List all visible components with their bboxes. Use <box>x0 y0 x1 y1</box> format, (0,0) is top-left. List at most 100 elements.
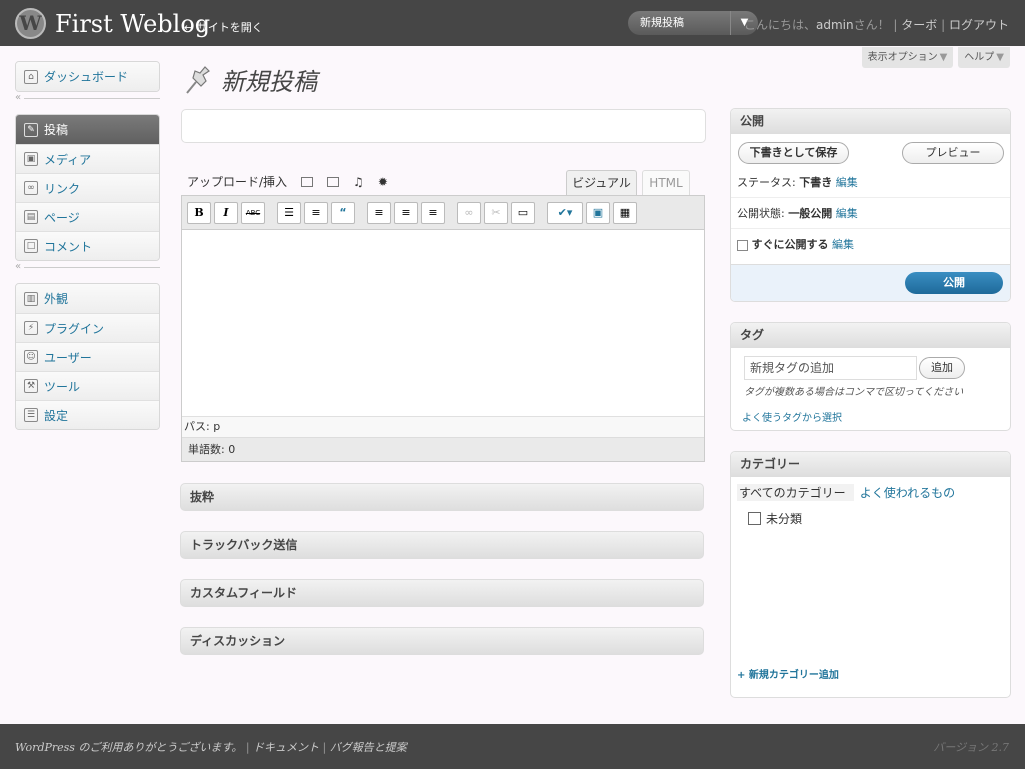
turbo-link[interactable]: ターボ <box>901 18 937 32</box>
edit-schedule-link[interactable]: 編集 <box>832 238 854 251</box>
status-label: ステータス: <box>737 176 796 189</box>
tags-box: タグ 新規タグの追加 追加 タグが複数ある場合はコンマで区切ってください よく使… <box>730 322 1011 431</box>
bullet-list-icon[interactable]: ☰ <box>277 201 301 224</box>
visit-site-link[interactable]: ← サイトを開く <box>184 19 263 35</box>
menu-label: 投稿 <box>44 123 69 137</box>
status-value: 下書き <box>799 176 833 189</box>
more-tag-icon[interactable]: ▭ <box>511 201 535 224</box>
footer-left: WordPress のご利用ありがとうございます。 | ドキュメント | バグ報… <box>15 741 407 754</box>
menu-item-comments[interactable]: □ コメント <box>16 231 159 260</box>
excerpt-postbox[interactable]: 抜粋 <box>180 483 704 511</box>
settings-icon: ☰ <box>24 408 38 422</box>
add-media-icon[interactable]: ✹ <box>378 175 388 189</box>
edit-visibility-link[interactable]: 編集 <box>836 207 858 220</box>
menu-item-dashboard[interactable]: ⌂ ダッシュボード <box>16 62 159 91</box>
tab-popular-categories[interactable]: よく使われるもの <box>854 484 961 501</box>
add-category-link[interactable]: + 新規カテゴリー追加 <box>737 666 839 681</box>
menu-item-posts[interactable]: ✎ 投稿 <box>16 115 159 144</box>
menu-label: ツール <box>44 379 81 394</box>
user-info: こんにちは、adminさん！ | ターボ | ログアウト <box>743 18 1009 32</box>
page-title: 新規投稿 <box>221 68 317 96</box>
menu-separator[interactable]: « <box>15 261 160 279</box>
add-audio-icon[interactable]: ♫ <box>353 175 364 189</box>
preview-button[interactable]: プレビュー <box>902 142 1004 164</box>
italic-button[interactable]: I <box>214 201 238 224</box>
category-checkbox[interactable] <box>748 512 761 525</box>
tag-hint: タグが複数ある場合はコンマで区切ってください <box>744 387 964 398</box>
menu-item-users[interactable]: ☺ ユーザー <box>16 342 159 371</box>
publish-button[interactable]: 公開 <box>905 272 1003 294</box>
categories-box-title[interactable]: カテゴリー <box>731 452 1010 477</box>
favorite-actions-dropdown[interactable]: 新規投稿 ▼ <box>628 11 758 35</box>
menu-item-pages[interactable]: ▤ ページ <box>16 202 159 231</box>
add-image-icon[interactable] <box>301 176 314 187</box>
strikethrough-button[interactable]: ABC <box>241 201 265 224</box>
menu-item-appearance[interactable]: ▥ 外観 <box>16 284 159 313</box>
word-count: 単語数: 0 <box>182 437 704 461</box>
publish-actions: 公開 <box>731 264 1010 301</box>
custom-fields-postbox[interactable]: カスタムフィールド <box>180 579 704 607</box>
editor-content-area[interactable] <box>182 230 704 416</box>
numbered-list-icon[interactable]: ≡ <box>304 201 328 224</box>
plug-icon: ⚡ <box>24 321 38 335</box>
help-button[interactable]: ヘルプ ▼ <box>958 47 1010 68</box>
logout-link[interactable]: ログアウト <box>949 18 1009 32</box>
home-icon: ⌂ <box>24 69 38 84</box>
edit-status-link[interactable]: 編集 <box>836 176 858 189</box>
post-status-row: ステータス: 下書き 編集 <box>731 167 1010 198</box>
popular-tags-link[interactable]: よく使うタグから選択 <box>742 409 842 424</box>
publish-box-title[interactable]: 公開 <box>731 109 1010 134</box>
username-link[interactable]: admin <box>816 18 854 32</box>
chevron-down-icon: ▼ <box>939 52 948 63</box>
collapse-icon[interactable]: « <box>15 92 25 103</box>
collapse-icon[interactable]: « <box>15 261 25 272</box>
greeting-prefix: こんにちは、 <box>743 18 816 32</box>
discussion-postbox[interactable]: ディスカッション <box>180 627 704 655</box>
align-center-icon[interactable]: ≡ <box>394 201 418 224</box>
menu-group-dashboard: ⌂ ダッシュボード <box>15 61 160 92</box>
post-title-input[interactable] <box>181 109 706 143</box>
feedback-link[interactable]: バグ報告と提案 <box>330 741 407 754</box>
menu-item-tools[interactable]: ⚒ ツール <box>16 371 159 400</box>
menu-item-settings[interactable]: ☰ 設定 <box>16 400 159 429</box>
visibility-row: 公開状態: 一般公開 編集 <box>731 198 1010 229</box>
wordpress-thanks-link[interactable]: WordPress のご利用ありがとうございます。 <box>15 741 242 754</box>
menu-separator[interactable]: « <box>15 92 160 110</box>
fullscreen-icon[interactable]: ▣ <box>586 201 610 224</box>
link-icon[interactable]: ∞ <box>457 201 481 224</box>
comment-icon: □ <box>24 239 38 253</box>
kitchen-sink-icon[interactable]: ▦ <box>613 201 637 224</box>
trackbacks-postbox[interactable]: トラックバック送信 <box>180 531 704 559</box>
tab-visual[interactable]: ビジュアル <box>566 170 637 195</box>
spellcheck-icon[interactable]: ✔▾ <box>547 201 583 224</box>
save-draft-button[interactable]: 下書きとして保存 <box>738 142 849 164</box>
tags-box-title[interactable]: タグ <box>731 323 1010 348</box>
menu-label: ユーザー <box>44 350 92 365</box>
category-label[interactable]: 未分類 <box>766 510 802 527</box>
new-tag-input[interactable]: 新規タグの追加 <box>744 356 917 380</box>
align-left-icon[interactable]: ≡ <box>367 201 391 224</box>
bold-button[interactable]: B <box>187 201 211 224</box>
media-buttons: アップロード/挿入 ♫ ✹ <box>187 173 388 190</box>
screen-meta-links: 表示オプション ▼ ヘルプ ▼ <box>861 47 1010 68</box>
unlink-icon[interactable]: ✂ <box>484 201 508 224</box>
tab-all-categories[interactable]: すべてのカテゴリー <box>737 484 854 501</box>
appearance-icon: ▥ <box>24 291 38 306</box>
menu-item-plugins[interactable]: ⚡ プラグイン <box>16 313 159 342</box>
menu-label: ページ <box>44 210 80 225</box>
align-right-icon[interactable]: ≡ <box>421 201 445 224</box>
editor-path: パス: p <box>182 416 704 437</box>
menu-item-media[interactable]: ▣ メディア <box>16 144 159 173</box>
documentation-link[interactable]: ドキュメント <box>253 741 319 754</box>
add-tag-button[interactable]: 追加 <box>919 357 965 379</box>
blockquote-icon[interactable]: “ <box>331 201 355 224</box>
menu-item-links[interactable]: ∞ リンク <box>16 173 159 202</box>
screen-options-button[interactable]: 表示オプション ▼ <box>861 47 954 68</box>
link-icon: ∞ <box>24 181 38 195</box>
menu-label: プラグイン <box>44 321 105 336</box>
users-icon: ☺ <box>24 350 38 364</box>
add-video-icon[interactable] <box>327 176 340 187</box>
menu-label: 外観 <box>44 292 69 306</box>
tab-html[interactable]: HTML <box>642 170 690 195</box>
category-tabs: すべてのカテゴリー よく使われるもの <box>737 484 961 501</box>
